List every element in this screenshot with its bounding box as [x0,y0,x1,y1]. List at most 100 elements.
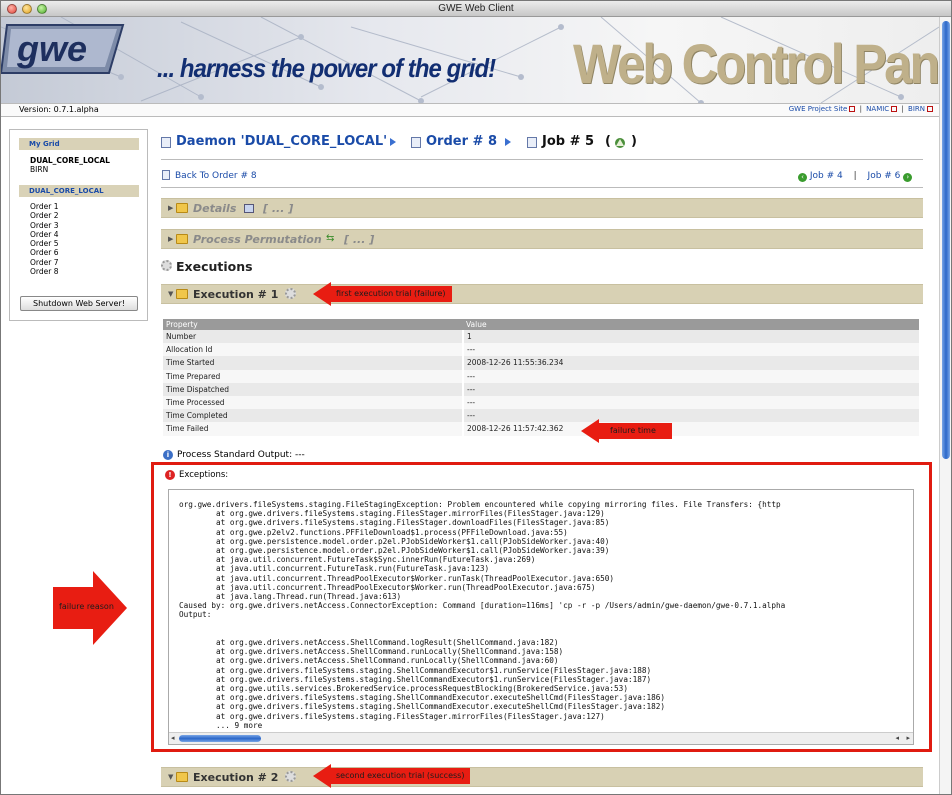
prev-job-link[interactable]: Job # 4 [810,171,843,181]
exception-stack-trace: org.gwe.drivers.fileSystems.staging.File… [179,500,786,730]
sidebar: My Grid DUAL_CORE_LOCAL BIRN DUAL_CORE_L… [9,129,148,321]
grid-item-birn[interactable]: BIRN [30,165,48,174]
banner-tagline: ... harness the power of the grid! [157,53,496,83]
vertical-scroll-thumb[interactable] [942,21,950,459]
scroll-left-icon[interactable]: ◂ [895,734,899,742]
execution-1-section-bar[interactable]: ▼ Execution # 1 [161,284,923,304]
table-row: Time Failed 2008-12-26 11:57:42.362 [163,422,919,436]
table-body: Number 1 Allocation Id --- Time Started 200… [163,330,919,436]
process-permutation-section-bar[interactable]: ▶ Process Permutation ⇆ [ ... ] [161,229,923,249]
my-grid-header[interactable]: My Grid [19,138,139,150]
execution-1-label: Execution # 1 [193,288,279,301]
divider [161,187,923,188]
back-to-order-link[interactable]: Back To Order # 8 [175,171,257,181]
document-icon [161,137,171,148]
divider [161,159,923,160]
process-permutation-label: Process Permutation [193,233,322,246]
table-row: Time Started 2008-12-26 11:55:36.234 [163,356,919,370]
column-header-value: Value [463,319,919,330]
expand-icon: ▶ [168,204,174,212]
table-row: Time Completed --- [163,409,919,423]
svg-text:gwe: gwe [16,28,87,69]
gear-icon [285,771,296,782]
external-link-icon [849,106,856,112]
breadcrumb-daemon-link[interactable]: Daemon 'DUAL_CORE_LOCAL' [176,134,387,149]
external-link-icon [891,106,898,112]
birn-link[interactable]: BIRN [908,105,925,113]
document-icon [411,137,421,148]
execution-properties-table: Property Value Number 1 Allocation Id --- … [163,319,919,436]
scroll-left-icon[interactable]: ◂ [171,734,175,742]
sidebar-item-order-7[interactable]: Order 7 [30,258,58,267]
window-title: GWE Web Client [438,3,514,14]
exceptions-highlight-frame: ! Exceptions: org.gwe.drivers.fileSystem… [151,462,932,752]
execution-2-label: Execution # 2 [193,771,279,784]
active-grid-header[interactable]: DUAL_CORE_LOCAL [19,185,139,197]
breadcrumb-order-link[interactable]: Order # 8 [426,134,497,149]
folder-icon [176,234,188,244]
gwe-logo: gwe [1,24,125,74]
process-standard-output: Process Standard Output: --- [177,450,305,460]
sidebar-item-order-4[interactable]: Order 4 [30,230,58,239]
folder-open-icon [176,289,188,299]
info-bar: Version: 0.7.1.alpha GWE Project Site | … [1,103,939,117]
scroll-right-icon[interactable]: ▸ [906,734,910,742]
table-row: Number 1 [163,330,919,344]
gear-icon [285,288,296,299]
sidebar-item-order-6[interactable]: Order 6 [30,248,58,257]
collapse-icon: ▼ [168,773,174,781]
annotation-failure-reason: failure reason [59,602,114,611]
document-icon [527,137,537,148]
table-row: Time Prepared --- [163,369,919,383]
sidebar-item-order-8[interactable]: Order 8 [30,267,58,276]
folder-icon [176,203,188,213]
sidebar-item-order-5[interactable]: Order 5 [30,239,58,248]
collapse-icon: ▼ [168,290,174,298]
warning-icon [615,138,625,148]
sidebar-item-order-2[interactable]: Order 2 [30,211,58,220]
exceptions-label: Exceptions: [179,470,229,480]
version-label: Version: 0.7.1.alpha [19,105,99,114]
sidebar-item-order-1[interactable]: Order 1 [30,202,58,211]
gwe-project-site-link[interactable]: GWE Project Site [789,105,848,113]
folder-open-icon [176,772,188,782]
document-icon [162,170,170,180]
table-header-row: Property Value [163,319,919,330]
table-row: Time Processed --- [163,395,919,410]
expand-icon: ▶ [168,235,174,243]
title-bar: GWE Web Client [1,1,951,17]
gear-icon [161,260,172,271]
execution-2-section-bar[interactable]: ▼ Execution # 2 [161,767,923,787]
external-link-icon [927,106,933,112]
breadcrumb-current-job: Job # 5 [542,134,595,149]
chevron-right-icon [390,138,396,146]
exception-trace-box[interactable]: org.gwe.drivers.fileSystems.staging.File… [168,489,914,745]
sidebar-item-order-3[interactable]: Order 3 [30,221,58,230]
top-links: GWE Project Site | NAMIC | BIRN [789,105,933,113]
grid-item-dual-core-local[interactable]: DUAL_CORE_LOCAL [30,156,110,165]
prev-icon: ‹ [798,173,807,182]
details-section-bar[interactable]: ▶ Details [ ... ] [161,198,923,218]
shutdown-web-server-button[interactable]: Shutdown Web Server! [20,296,138,311]
job-navigation: ‹ Job # 4 | Job # 6 › [798,171,913,182]
namic-link[interactable]: NAMIC [866,105,889,113]
banner-title: Web Control Panel [573,32,939,95]
permutation-icon: ⇆ [326,233,335,244]
browser-window: GWE Web Client gwe ... harness the power… [0,0,952,795]
next-job-link[interactable]: Job # 6 [868,171,901,181]
header-banner: gwe ... harness the power of the grid! W… [1,17,939,103]
executions-heading: Executions [176,259,253,274]
info-icon: i [163,450,173,460]
order-list: Order 1 Order 2 Order 3 Order 4 Order 5 … [30,202,58,276]
horizontal-scroll-thumb[interactable] [179,735,261,742]
table-row: Allocation Id --- [163,343,919,357]
vertical-scrollbar[interactable] [939,17,951,794]
chevron-right-icon [505,138,511,146]
next-icon: › [903,173,913,182]
column-header-property: Property [163,319,463,330]
error-icon: ! [165,470,175,480]
window-icon [244,204,254,213]
details-label: Details [193,202,237,215]
horizontal-scrollbar[interactable]: ◂ ◂ ▸ [169,732,913,744]
table-row: Time Dispatched --- [163,382,919,396]
